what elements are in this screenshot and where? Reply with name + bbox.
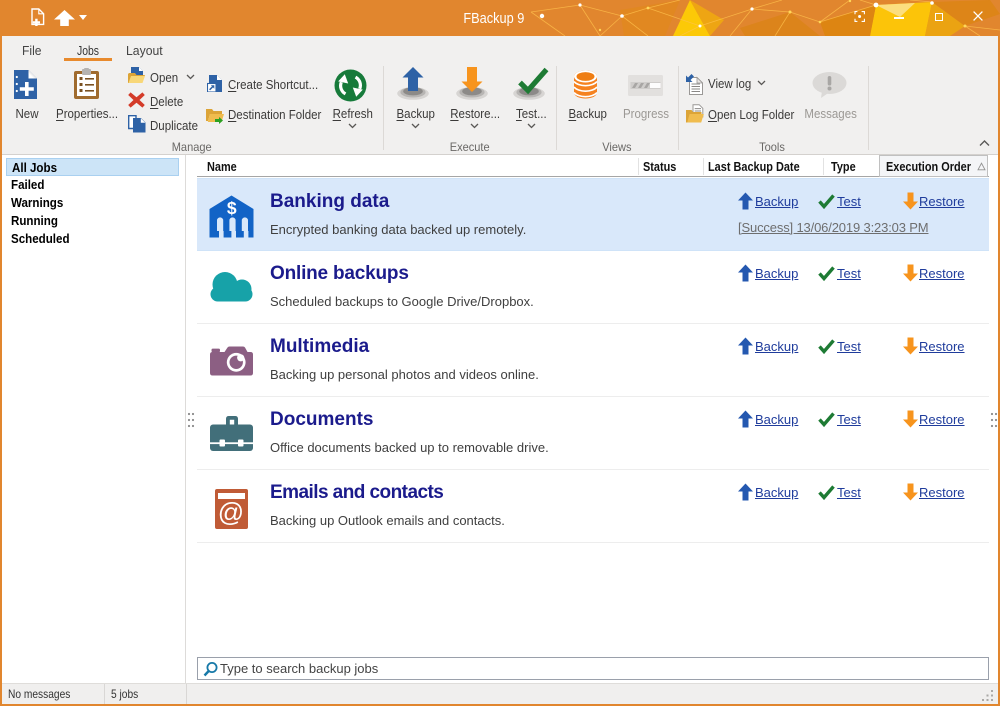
svg-text:@: @ [218, 497, 244, 527]
svg-text:$: $ [227, 198, 237, 218]
